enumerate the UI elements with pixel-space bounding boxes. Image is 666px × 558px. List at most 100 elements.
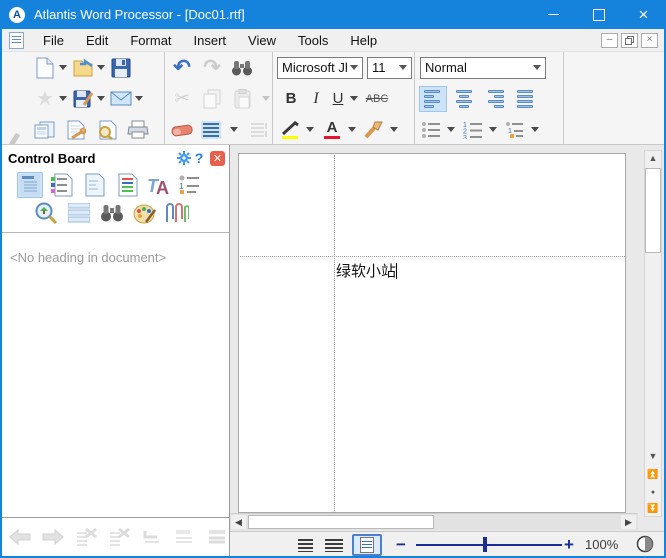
font-size-select[interactable]: 11	[367, 57, 412, 79]
open-button[interactable]	[71, 56, 95, 80]
bullets-button[interactable]	[419, 118, 443, 142]
clips-pane-button[interactable]	[163, 200, 189, 226]
fields-pane-button[interactable]	[82, 172, 108, 198]
scroll-left-icon[interactable]: ◀	[231, 515, 246, 529]
menu-format[interactable]: Format	[119, 30, 182, 51]
font-color-caret-icon[interactable]	[348, 127, 356, 132]
zoom-in-button[interactable]: +	[564, 535, 574, 555]
mdi-close-button[interactable]: ×	[641, 33, 658, 48]
horizontal-scrollbar[interactable]: ◀ ▶	[230, 513, 638, 530]
save-button[interactable]	[109, 56, 133, 80]
align-right-button[interactable]	[481, 86, 509, 112]
minimize-button[interactable]	[531, 0, 576, 29]
draft-view-button[interactable]	[293, 535, 317, 555]
favorites-button[interactable]: ★	[33, 87, 57, 111]
lists-pane-button[interactable]: 1	[176, 172, 202, 198]
email-dropdown-caret-icon[interactable]	[135, 96, 143, 101]
print-preview-button[interactable]	[95, 118, 119, 142]
horizontal-scroll-thumb[interactable]	[248, 515, 434, 529]
find-pane-button[interactable]	[99, 200, 125, 226]
menu-edit[interactable]: Edit	[75, 30, 119, 51]
next-page-icon[interactable]: ⏬	[645, 501, 661, 516]
vertical-scroll-thumb[interactable]	[645, 168, 661, 253]
document-options-button[interactable]	[64, 118, 88, 142]
undo-button[interactable]: ↶	[170, 56, 194, 80]
help-icon[interactable]: ?	[191, 150, 207, 166]
zoom-slider-track[interactable]	[416, 544, 562, 546]
multilevel-caret-icon[interactable]	[531, 127, 539, 132]
highlight-caret-icon[interactable]	[306, 127, 314, 132]
control-board-close-icon[interactable]: ✕	[210, 151, 225, 166]
scroll-up-icon[interactable]: ▲	[645, 151, 661, 166]
close-button[interactable]: ×	[621, 0, 666, 29]
underline-caret-icon[interactable]	[350, 96, 358, 101]
align-left-button[interactable]	[419, 86, 447, 112]
format-painter-caret-icon[interactable]	[390, 127, 398, 132]
find-button[interactable]	[230, 56, 254, 80]
scroll-down-icon[interactable]: ▼	[645, 449, 661, 464]
headings-pane-icon	[20, 174, 40, 196]
paragraphs-pane-button[interactable]	[66, 200, 92, 226]
line-spacing-button[interactable]	[199, 118, 223, 142]
new-document-button[interactable]	[33, 56, 57, 80]
maximize-button[interactable]	[576, 0, 621, 29]
full-screen-toggle-icon[interactable]	[636, 535, 654, 553]
bold-button[interactable]: B	[278, 90, 304, 107]
format-painter-button[interactable]	[362, 118, 386, 142]
menu-tools[interactable]: Tools	[287, 30, 339, 51]
numbering-button[interactable]: 123	[461, 118, 485, 142]
bullet-list-icon	[421, 121, 441, 138]
print-button[interactable]	[126, 118, 150, 142]
gear-icon[interactable]	[177, 151, 191, 165]
bullets-caret-icon[interactable]	[447, 127, 455, 132]
redo-button: ↷	[200, 56, 224, 80]
mdi-restore-button[interactable]	[621, 33, 638, 48]
menu-insert[interactable]: Insert	[183, 30, 238, 51]
previous-page-icon[interactable]: ⏫	[645, 467, 661, 482]
headings-pane-button[interactable]	[17, 172, 43, 198]
favorites-dropdown-caret-icon[interactable]	[59, 96, 67, 101]
document-text[interactable]: 绿软小站	[336, 260, 397, 281]
erase-formatting-button[interactable]	[170, 118, 194, 142]
zoom-percent[interactable]: 100%	[585, 537, 618, 552]
bookmarks-pane-button[interactable]	[115, 172, 141, 198]
numbering-caret-icon[interactable]	[489, 127, 497, 132]
strikethrough-button[interactable]: ABC	[362, 93, 392, 105]
zoom-slider-thumb[interactable]	[483, 537, 487, 552]
line-spacing-caret-icon[interactable]	[230, 127, 238, 132]
email-button[interactable]	[109, 87, 133, 111]
multilevel-list-button[interactable]: 1	[503, 118, 527, 142]
remove-all-headings-button	[107, 526, 131, 548]
fonts-pane-button[interactable]: TA	[146, 172, 172, 198]
menu-help[interactable]: Help	[339, 30, 388, 51]
zoom-pane-button[interactable]	[33, 200, 59, 226]
styles-pane-button[interactable]	[49, 172, 75, 198]
highlight-button[interactable]	[278, 118, 302, 142]
online-view-button[interactable]	[322, 535, 346, 555]
font-color-swatch	[324, 136, 340, 139]
document-page[interactable]: 绿软小站	[238, 153, 626, 513]
style-select[interactable]: Normal	[420, 57, 546, 79]
new-dropdown-caret-icon[interactable]	[59, 65, 67, 70]
underline-button[interactable]: U	[328, 90, 348, 107]
align-center-button[interactable]	[450, 86, 478, 112]
vertical-scrollbar[interactable]: ▲ ▼ ⏫ ● ⏬	[644, 150, 662, 517]
italic-button[interactable]: I	[304, 90, 328, 108]
font-color-button[interactable]: A	[320, 118, 344, 142]
layout-view-button[interactable]	[352, 534, 382, 556]
zoom-out-button[interactable]: −	[396, 535, 406, 555]
select-browse-object-icon[interactable]: ●	[645, 485, 661, 500]
menu-view[interactable]: View	[237, 30, 287, 51]
mdi-minimize-button[interactable]: –	[601, 33, 618, 48]
save-as-dropdown-caret-icon[interactable]	[97, 96, 105, 101]
fields-pane-icon	[85, 173, 105, 197]
open-dropdown-caret-icon[interactable]	[97, 65, 105, 70]
font-name-select[interactable]: Microsoft Jh	[277, 57, 363, 79]
eraser-icon	[171, 123, 193, 137]
scroll-right-icon[interactable]: ▶	[621, 515, 636, 529]
menu-file[interactable]: File	[32, 30, 75, 51]
align-justify-button[interactable]	[512, 86, 540, 112]
colors-pane-button[interactable]	[132, 200, 158, 226]
save-as-button[interactable]	[71, 87, 95, 111]
clipboard-panel-button[interactable]	[33, 118, 57, 142]
